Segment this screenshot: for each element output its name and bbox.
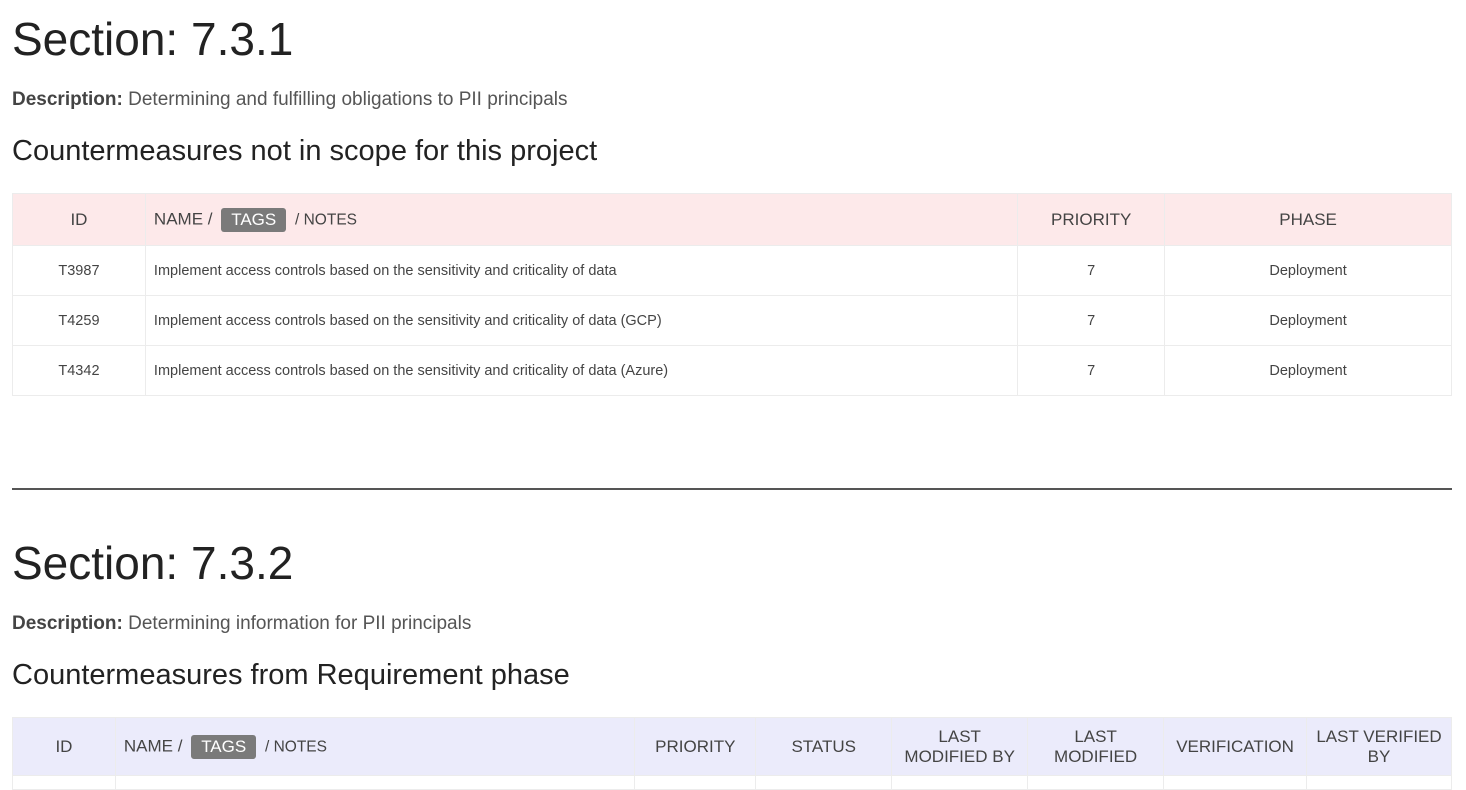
column-header-notes-label: / NOTES [294, 210, 357, 228]
table-header-row: ID NAME / TAGS / NOTES PRIORITY STATUS L… [12, 717, 1452, 776]
table-header-row: ID NAME / TAGS / NOTES PRIORITY PHASE [12, 193, 1452, 246]
description-label: Description: [12, 89, 123, 110]
tags-badge[interactable]: TAGS [221, 207, 287, 232]
cell-name[interactable]: Implement access controls based on the s… [144, 245, 1019, 296]
header-line: MODIFIED [1054, 746, 1138, 766]
header-line: LAST [938, 726, 981, 746]
cell-phase: Deployment [1164, 345, 1452, 396]
column-header-last-verified-by[interactable]: LAST VERIFIED BY [1306, 717, 1452, 776]
description-label: Description: [12, 613, 123, 634]
countermeasures-heading: Countermeasures from Requirement phase [12, 659, 570, 691]
column-header-verification[interactable]: VERIFICATION [1163, 717, 1308, 776]
description-text: Determining and fulfilling obligations t… [128, 89, 568, 110]
header-line: MODIFIED BY [904, 746, 1015, 766]
cell-name[interactable]: Implement access controls based on the s… [144, 345, 1019, 396]
column-header-name[interactable]: NAME / TAGS / NOTES [114, 717, 636, 776]
countermeasures-table: ID NAME / TAGS / NOTES PRIORITY PHASE T3… [12, 193, 1452, 396]
cell-priority: 7 [1017, 245, 1166, 296]
section-title: Section: 7.3.1 [12, 13, 294, 65]
header-line: LAST [1074, 726, 1117, 746]
table-row[interactable]: T4259 Implement access controls based on… [12, 295, 1452, 346]
tags-badge[interactable]: TAGS [191, 734, 257, 759]
section-divider [12, 488, 1452, 490]
column-header-name-label: NAME / [153, 208, 213, 228]
section-title: Section: 7.3.2 [12, 537, 294, 589]
cell-name[interactable]: Implement access controls based on the s… [144, 295, 1019, 346]
cell-phase: Deployment [1164, 295, 1452, 346]
header-line: BY [1367, 746, 1391, 766]
column-header-phase[interactable]: PHASE [1164, 193, 1452, 246]
column-header-priority[interactable]: PRIORITY [634, 717, 757, 776]
column-header-last-modified[interactable]: LAST MODIFIED [1027, 717, 1165, 776]
column-header-priority[interactable]: PRIORITY [1017, 193, 1166, 246]
cell-id: T4259 [12, 295, 146, 346]
cell-priority: 7 [1017, 295, 1166, 346]
section-description: Description: Determining and fulfilling … [12, 89, 568, 111]
header-line: LAST VERIFIED [1316, 726, 1442, 746]
table-row [12, 775, 1452, 790]
description-text: Determining information for PII principa… [128, 613, 472, 634]
table-row[interactable]: T4342 Implement access controls based on… [12, 345, 1452, 396]
countermeasures-heading: Countermeasures not in scope for this pr… [12, 135, 598, 167]
column-header-name[interactable]: NAME / TAGS / NOTES [144, 193, 1019, 246]
column-header-notes-label: / NOTES [264, 737, 327, 755]
section-description: Description: Determining information for… [12, 613, 471, 635]
cell-phase: Deployment [1164, 245, 1452, 296]
cell-id: T3987 [12, 245, 146, 296]
column-header-id[interactable]: ID [12, 193, 146, 246]
countermeasures-table: ID NAME / TAGS / NOTES PRIORITY STATUS L… [12, 717, 1452, 790]
column-header-name-label: NAME / [123, 735, 183, 755]
column-header-id[interactable]: ID [12, 717, 116, 776]
column-header-last-modified-by[interactable]: LAST MODIFIED BY [891, 717, 1029, 776]
cell-priority: 7 [1017, 345, 1166, 396]
cell-id: T4342 [12, 345, 146, 396]
column-header-status[interactable]: STATUS [755, 717, 893, 776]
table-row[interactable]: T3987 Implement access controls based on… [12, 245, 1452, 296]
